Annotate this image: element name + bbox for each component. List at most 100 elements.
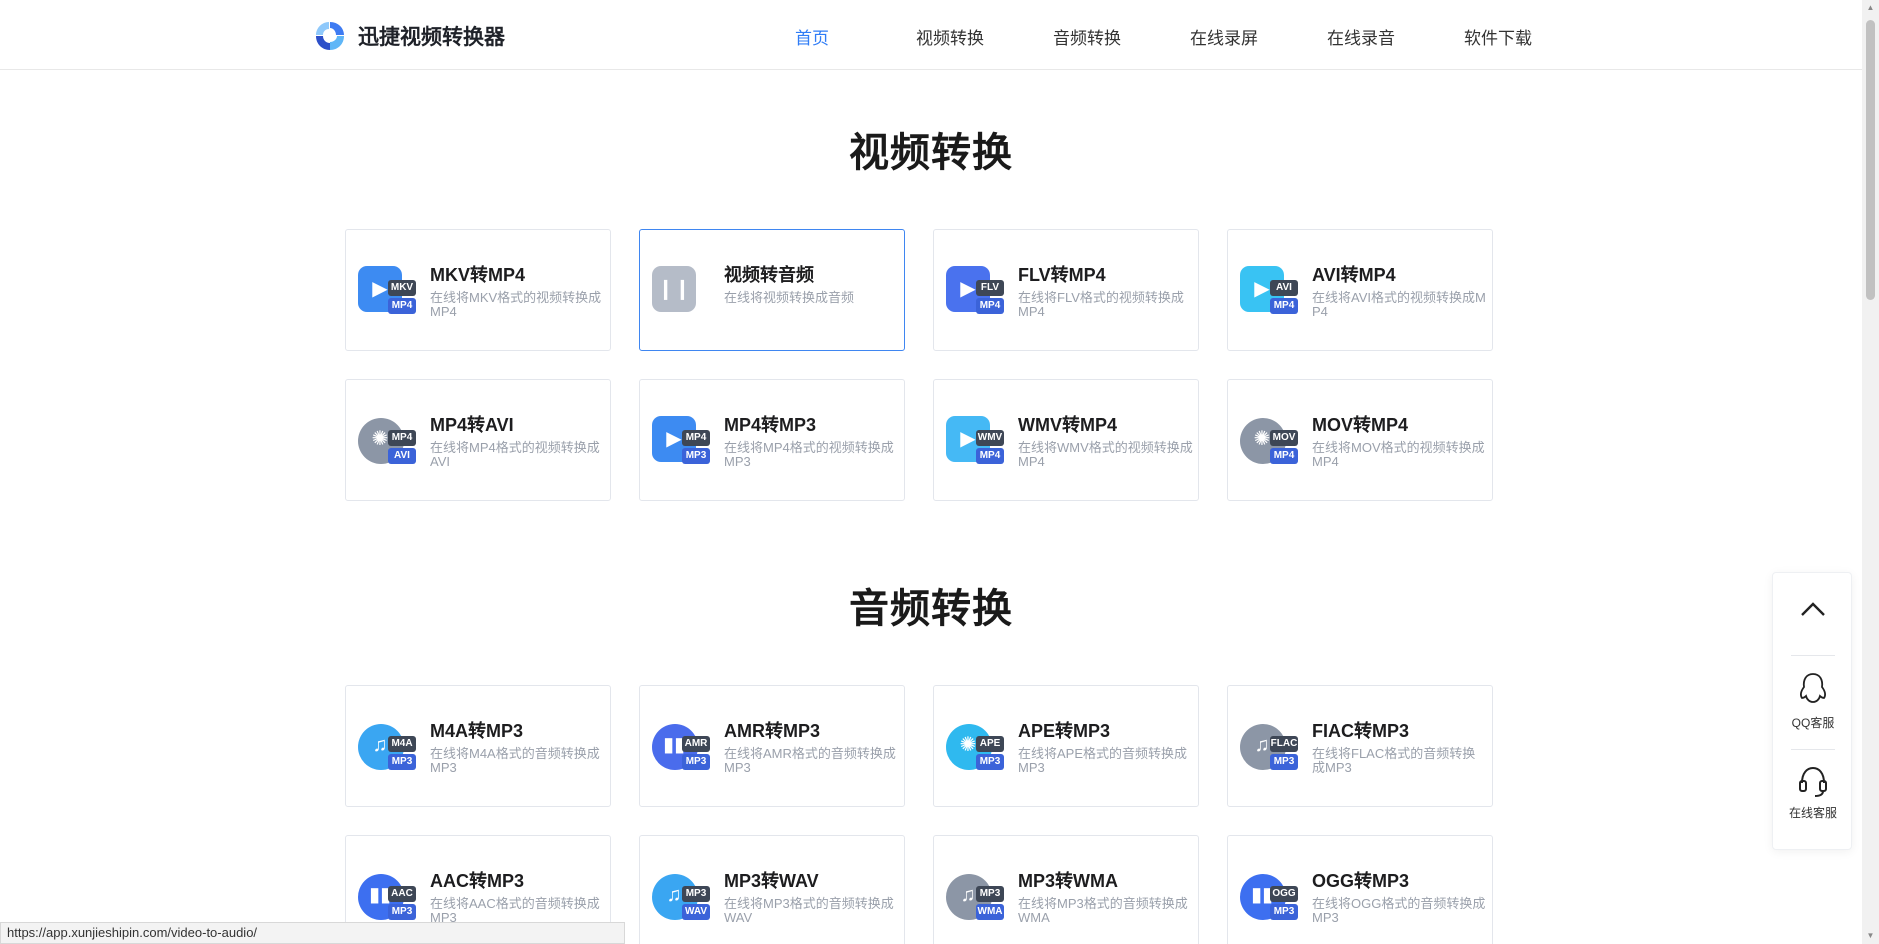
page-scrollbar[interactable]: ▲ ▼ — [1862, 0, 1879, 944]
source-format-badge: MOV — [1270, 430, 1298, 446]
audio-bars-icon: ▮▮ AMR MP3 — [652, 722, 710, 776]
qq-penguin-icon — [1800, 673, 1826, 703]
target-format-badge: MP3 — [388, 754, 416, 770]
target-format-badge: MP4 — [1270, 298, 1298, 314]
film-icon: ▶ FLV MP4 — [946, 266, 1004, 320]
card-title: MP4转AVI — [430, 415, 514, 435]
card-title: MP3转WAV — [724, 871, 819, 891]
card-description: 在线将FLV格式的视频转换成MP4 — [1018, 290, 1184, 319]
card-description: 在线将WMV格式的视频转换成MP4 — [1018, 440, 1193, 469]
convert-card[interactable]: ▮▮ OGG MP3 OGG转MP3 在线将OGG格式的音频转换成MP3 — [1227, 835, 1493, 944]
source-format-badge: MP4 — [388, 430, 416, 446]
convert-card[interactable]: ▮▮ AMR MP3 AMR转MP3 在线将AMR格式的音频转换成MP3 — [639, 685, 905, 807]
card-description: 在线将MP3格式的音频转换成WAV — [724, 896, 894, 925]
nav-audio-convert[interactable]: 音频转换 — [1053, 24, 1121, 49]
target-format-badge: MP4 — [388, 298, 416, 314]
source-format-badge: M4A — [388, 736, 416, 752]
source-format-badge: FLAC — [1270, 736, 1298, 752]
card-title: FIAC转MP3 — [1312, 721, 1410, 741]
card-title: APE转MP3 — [1018, 721, 1111, 741]
source-format-badge: MP4 — [682, 430, 710, 446]
card-description: 在线将MP4格式的视频转换成MP3 — [724, 440, 894, 469]
scroll-up-arrow-icon[interactable]: ▲ — [1866, 4, 1875, 12]
target-format-badge: MP4 — [976, 448, 1004, 464]
music-note-icon: ♫ M4A MP3 — [358, 722, 416, 776]
convert-card[interactable]: ♫ MP3 WAV MP3转WAV 在线将MP3格式的音频转换成WAV — [639, 835, 905, 944]
floating-service-bar: QQ客服 在线客服 — [1772, 572, 1852, 850]
reel-icon: ✺ MOV MP4 — [1240, 416, 1298, 470]
card-description: 在线将FLAC格式的音频转换成MP3 — [1312, 746, 1476, 775]
film-icon: ▶ WMV MP4 — [946, 416, 1004, 470]
scroll-down-arrow-icon[interactable]: ▼ — [1866, 932, 1875, 940]
convert-card[interactable]: ♫ MP3 WMA MP3转WMA 在线将MP3格式的音频转换成WMA — [933, 835, 1199, 944]
card-description: 在线将M4A格式的音频转换成MP3 — [430, 746, 600, 775]
logo-text: 迅捷视频转换器 — [358, 26, 505, 49]
play-icon: ▶ AVI MP4 — [1240, 266, 1298, 320]
convert-card[interactable]: ♫ FLAC MP3 FIAC转MP3 在线将FLAC格式的音频转换成MP3 — [1227, 685, 1493, 807]
source-format-badge: OGG — [1270, 886, 1298, 902]
online-service-label: 在线客服 — [1788, 806, 1837, 820]
card-title: AVI转MP4 — [1312, 265, 1396, 285]
card-description: 在线将OGG格式的音频转换成MP3 — [1312, 896, 1486, 925]
site-logo[interactable]: 迅捷视频转换器 — [312, 18, 505, 54]
target-format-badge: WAV — [682, 904, 710, 920]
back-to-top-button[interactable] — [1773, 601, 1853, 622]
card-title: FLV转MP4 — [1018, 265, 1106, 285]
music-note-icon: ♫ MP3 WAV — [652, 872, 710, 926]
logo-icon — [316, 22, 344, 50]
reel-icon: ✺ MP4 AVI — [358, 416, 416, 470]
target-format-badge: MP3 — [682, 448, 710, 464]
card-title: M4A转MP3 — [430, 721, 524, 741]
target-format-badge: MP4 — [976, 298, 1004, 314]
top-header: 迅捷视频转换器 首页 视频转换 音频转换 在线录屏 在线录音 软件下载 — [0, 0, 1862, 70]
nav-audio-record[interactable]: 在线录音 — [1327, 24, 1395, 49]
nav-video-convert[interactable]: 视频转换 — [916, 24, 984, 49]
qq-service-button[interactable]: QQ客服 — [1773, 671, 1853, 731]
source-format-badge: APE — [976, 736, 1004, 752]
card-description: 在线将MKV格式的视频转换成MP4 — [430, 290, 602, 319]
convert-card[interactable]: ▶ AVI MP4 AVI转MP4 在线将AVI格式的视频转换成MP4 — [1227, 229, 1493, 351]
nav-screen-record[interactable]: 在线录屏 — [1190, 24, 1258, 49]
source-format-badge: AAC — [388, 886, 416, 902]
qq-service-label: QQ客服 — [1791, 716, 1835, 730]
scroll-thumb[interactable] — [1866, 20, 1875, 300]
icon-glyph: ❙❙ — [657, 278, 691, 300]
convert-card[interactable]: ▶ MP4 MP3 MP4转MP3 在线将MP4格式的视频转换成MP3 — [639, 379, 905, 501]
reel-icon: ✺ APE MP3 — [946, 722, 1004, 776]
convert-card[interactable]: ✺ APE MP3 APE转MP3 在线将APE格式的音频转换成MP3 — [933, 685, 1199, 807]
source-format-badge: WMV — [976, 430, 1004, 446]
convert-card[interactable]: ♫ M4A MP3 M4A转MP3 在线将M4A格式的音频转换成MP3 — [345, 685, 611, 807]
source-format-badge: AMR — [682, 736, 710, 752]
source-format-badge: MP3 — [682, 886, 710, 902]
card-description: 在线将视频转换成音频 — [724, 290, 855, 305]
audio-wave-icon: ❙❙ — [652, 266, 708, 320]
nav-software-download[interactable]: 软件下载 — [1464, 24, 1532, 49]
film-icon: ▶ MP4 MP3 — [652, 416, 710, 470]
card-description: 在线将APE格式的音频转换成MP3 — [1018, 746, 1188, 775]
card-description: 在线将MP4格式的视频转换成AVI — [430, 440, 600, 469]
source-format-badge: MKV — [388, 280, 416, 296]
nav-home[interactable]: 首页 — [795, 24, 829, 49]
convert-card[interactable]: ✺ MOV MP4 MOV转MP4 在线将MOV格式的视频转换成MP4 — [1227, 379, 1493, 501]
convert-card[interactable]: ▶ MKV MP4 MKV转MP4 在线将MKV格式的视频转换成MP4 — [345, 229, 611, 351]
convert-card[interactable]: ✺ MP4 AVI MP4转AVI 在线将MP4格式的视频转换成AVI — [345, 379, 611, 501]
divider — [1791, 655, 1835, 656]
chevron-up-icon — [1801, 602, 1825, 616]
target-format-badge: MP3 — [1270, 904, 1298, 920]
page: 迅捷视频转换器 首页 视频转换 音频转换 在线录屏 在线录音 软件下载 视频转换… — [0, 0, 1879, 944]
convert-card[interactable]: ▶ WMV MP4 WMV转MP4 在线将WMV格式的视频转换成MP4 — [933, 379, 1199, 501]
target-format-badge: WMA — [976, 904, 1004, 920]
video-section-title: 视频转换 — [849, 131, 1013, 175]
film-icon: ▶ MKV MP4 — [358, 266, 416, 320]
target-format-badge: MP3 — [388, 904, 416, 920]
card-description: 在线将AAC格式的音频转换成MP3 — [430, 896, 600, 925]
card-title: MP4转MP3 — [724, 415, 817, 435]
music-note-icon: ♫ MP3 WMA — [946, 872, 1004, 926]
card-title: MP3转WMA — [1018, 871, 1118, 891]
target-format-badge: MP4 — [1270, 448, 1298, 464]
convert-card[interactable]: ❙❙ 视频转音频 在线将视频转换成音频 — [639, 229, 905, 351]
target-format-badge: AVI — [388, 448, 416, 464]
card-description: 在线将AVI格式的视频转换成MP4 — [1312, 290, 1486, 319]
convert-card[interactable]: ▶ FLV MP4 FLV转MP4 在线将FLV格式的视频转换成MP4 — [933, 229, 1199, 351]
online-service-button[interactable]: 在线客服 — [1773, 763, 1853, 821]
